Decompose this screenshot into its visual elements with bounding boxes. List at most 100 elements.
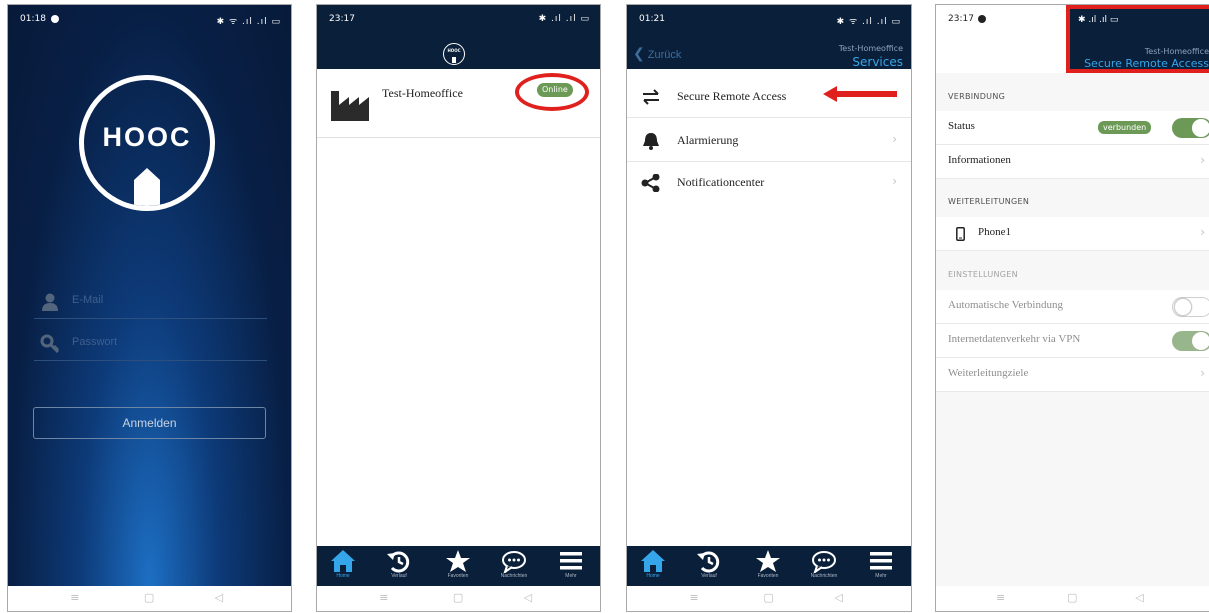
square-icon[interactable]: ▢ [763,591,773,604]
header-logo-text: HOOC [447,48,461,53]
tab-favorites[interactable]: Favoriten [748,549,788,579]
site-list-item[interactable]: Test-Homeoffice Online [317,70,600,138]
tab-label: Mehr [565,573,577,579]
status-time: 01:18 [20,14,46,24]
share-icon [641,174,660,192]
square-icon[interactable]: ▢ [144,591,154,604]
tab-messages[interactable]: Nachrichten [804,549,844,579]
factory-icon [331,91,369,121]
chat-icon [812,551,836,573]
hamburger-icon [870,552,892,570]
key-icon [40,334,60,354]
tab-label: Verlauf [701,573,717,579]
status-time: 23:17 [329,14,355,24]
menu-icon[interactable]: ≡ [689,591,698,604]
section-settings: EINSTELLUNGEN [948,270,1018,279]
phone-label: Phone1 [978,226,1011,238]
status-toggle[interactable] [1172,118,1209,138]
home-icon [641,550,665,572]
auto-connect-label: Automatische Verbindung [948,299,1063,311]
tab-label: Home [336,573,350,579]
menu-icon[interactable]: ≡ [70,591,79,604]
header-subtitle: Test-Homeoffice [838,44,903,53]
tab-history[interactable]: Verlauf [689,549,729,579]
status-time: 01:21 [639,14,665,24]
tab-messages[interactable]: Nachrichten [494,549,534,579]
menu-icon[interactable]: ≡ [996,591,1005,604]
mini-house-icon [452,57,456,63]
toggle-knob [1192,119,1209,137]
app-header: 01:21 ✱ ᯤ .ıl .ıl ▭ ❮ Zurück Test-Homeof… [627,5,911,69]
vpn-row: Internetdatenverkehr via VPN [936,324,1209,358]
menu-item-alarmierung[interactable]: Alarmierung › [627,121,911,162]
star-icon [446,550,470,572]
status-icons: ✱ .ıl .ıl ▭ [538,14,590,24]
section-forwarding: WEITERLEITUNGEN [948,197,1030,206]
chevron-right-icon: › [892,174,897,188]
info-row[interactable]: Informationen › [936,145,1209,179]
status-badge: verbunden [1098,121,1152,134]
chevron-right-icon: › [1200,366,1205,380]
house-icon [134,168,160,206]
status-row: Status verbunden [936,111,1209,145]
password-field[interactable]: Passwort [34,328,267,361]
menu-icon[interactable]: ≡ [379,591,388,604]
tab-label: Home [646,573,660,579]
back-triangle-icon[interactable]: ◁ [1135,591,1143,604]
menu-item-label: Secure Remote Access [677,89,787,103]
tab-label: Mehr [875,573,887,579]
auto-connect-row: Automatische Verbindung [936,290,1209,324]
back-triangle-icon[interactable]: ◁ [215,591,223,604]
tab-favorites[interactable]: Favoriten [438,549,478,579]
auto-connect-toggle[interactable] [1172,297,1209,317]
logo-text: HOOC [102,122,192,152]
tab-label: Favoriten [447,573,469,579]
tab-home[interactable]: Home [633,549,673,579]
page-title: Services [852,55,903,69]
android-nav-bar: ≡ ▢ ◁ [8,586,291,611]
menu-item-label: Notificationcenter [677,175,765,189]
login-button[interactable]: Anmelden [33,407,266,439]
bottom-tab-bar: Home Verlauf Favoriten Nachrichten Mehr [317,546,600,586]
vpn-toggle[interactable] [1172,331,1209,351]
targets-row[interactable]: Weiterleitungziele › [936,358,1209,392]
back-button[interactable]: ❮ Zurück [633,45,681,62]
history-icon [697,551,720,573]
menu-item-label: Alarmierung [677,133,739,147]
section-connection: VERBINDUNG [948,92,1006,101]
user-icon [42,293,58,311]
android-nav-bar: ≡ ▢ ◁ [936,586,1209,611]
targets-label: Weiterleitungziele [948,367,1029,379]
tab-label: Nachrichten [500,573,528,579]
tab-home[interactable]: Home [323,549,363,579]
back-triangle-icon[interactable]: ◁ [834,591,842,604]
notification-dot-icon [51,15,59,23]
tab-more[interactable]: Mehr [551,549,591,579]
tab-label: Favoriten [757,573,779,579]
android-nav-bar: ≡ ▢ ◁ [627,586,911,611]
phone-row[interactable]: Phone1 › [936,217,1209,251]
android-nav-bar: ≡ ▢ ◁ [317,586,600,611]
swap-arrows-icon [643,89,659,105]
toggle-knob [1174,298,1192,316]
square-icon[interactable]: ▢ [453,591,463,604]
home-icon [331,550,355,572]
back-triangle-icon[interactable]: ◁ [524,591,532,604]
chevron-right-icon: › [1200,153,1205,167]
notification-dot-icon [978,15,986,23]
email-field[interactable]: E-Mail [34,286,267,319]
hooc-logo: HOOC [79,75,215,211]
square-icon[interactable]: ▢ [1067,591,1077,604]
chevron-right-icon: › [892,132,897,146]
tab-more[interactable]: Mehr [861,549,901,579]
status-label: Status [948,120,975,132]
email-placeholder: E-Mail [72,294,104,306]
menu-item-notificationcenter[interactable]: Notificationcenter › [627,163,911,203]
chevron-left-icon: ❮ [633,45,645,61]
bottom-tab-bar: Home Verlauf Favoriten Nachrichten Mehr [627,546,911,586]
chat-icon [502,551,526,573]
tab-history[interactable]: Verlauf [379,549,419,579]
status-time: 23:17 [948,14,974,24]
hamburger-icon [560,552,582,570]
password-placeholder: Passwort [72,336,118,348]
